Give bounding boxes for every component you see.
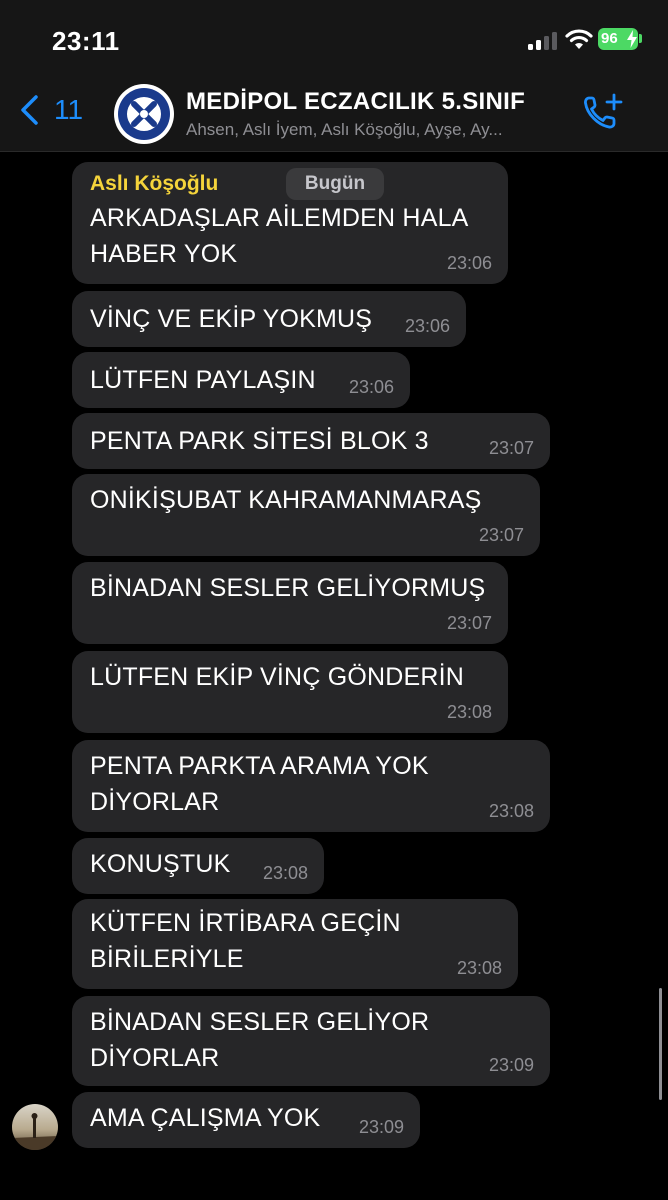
message-text: BİNADAN SESLER GELİYORMUŞ [90, 574, 486, 602]
message-line: ARKADAŞLAR AİLEMDEN HALA [90, 204, 469, 232]
battery-cap [639, 34, 642, 43]
back-chevron-icon [21, 95, 38, 125]
wifi-icon [565, 29, 593, 49]
group-logo-icon[interactable] [114, 84, 174, 144]
message-time: 23:08 [456, 958, 502, 978]
message-line: DİYORLAR [90, 788, 220, 816]
message-time: 23:06 [348, 377, 394, 397]
unread-count: 11 [54, 94, 84, 125]
message-text: VİNÇ VE EKİP YOKMUŞ [90, 305, 373, 333]
message-time: 23:07 [488, 438, 534, 458]
message-line: BİRİLERİYLE [90, 945, 244, 973]
message-line: HABER YOK [90, 240, 238, 268]
message-text: AMA ÇALIŞMA YOK [90, 1104, 321, 1132]
message-time: 23:08 [446, 702, 492, 722]
message-bubble[interactable]: AMA ÇALIŞMA YOK 23:09 [72, 1092, 420, 1148]
avatar-photo [12, 1113, 58, 1150]
message-time: 23:06 [446, 253, 492, 273]
message-text: ARKADAŞLAR AİLEMDEN HALA HABER YOK [90, 200, 469, 272]
message-text: BİNADAN SESLER GELİYOR DİYORLAR [90, 1004, 429, 1076]
message-text: PENTA PARKTA ARAMA YOK DİYORLAR [90, 748, 429, 820]
signal-icon [528, 32, 558, 50]
scroll-indicator[interactable] [659, 988, 662, 1100]
message-time: 23:07 [478, 525, 524, 545]
message-line: PENTA PARKTA ARAMA YOK [90, 752, 429, 780]
message-line: DİYORLAR [90, 1044, 220, 1072]
message-time: 23:09 [358, 1117, 404, 1137]
group-members[interactable]: Ahsen, Aslı İyem, Aslı Köşoğlu, Ayşe, Ay… [186, 120, 566, 140]
message-time: 23:08 [262, 863, 308, 883]
back-button[interactable]: 11 [18, 90, 83, 130]
group-name[interactable]: MEDİPOL ECZACILIK 5.SINIF [186, 88, 525, 116]
sender-name[interactable]: Aslı Köşoğlu [90, 172, 218, 196]
message-text: ONİKİŞUBAT KAHRAMANMARAŞ [90, 486, 482, 514]
message-bubble[interactable]: KÜTFEN İRTİBARA GEÇİN BİRİLERİYLE 23:08 [72, 899, 518, 989]
status-time: 23:11 [52, 26, 120, 56]
message-text: KÜTFEN İRTİBARA GEÇİN BİRİLERİYLE [90, 905, 401, 977]
date-separator: Bugün [286, 168, 384, 200]
message-bubble[interactable]: KONUŞTUK 23:08 [72, 838, 324, 894]
message-text: LÜTFEN PAYLAŞIN [90, 366, 316, 394]
message-text: KONUŞTUK [90, 850, 231, 878]
message-bubble[interactable]: LÜTFEN EKİP VİNÇ GÖNDERİN 23:08 [72, 651, 508, 733]
battery-icon: 96 [598, 28, 638, 50]
message-bubble[interactable]: VİNÇ VE EKİP YOKMUŞ 23:06 [72, 291, 466, 347]
add-call-icon[interactable] [580, 92, 624, 134]
message-time: 23:09 [488, 1055, 534, 1075]
message-text: PENTA PARK SİTESİ BLOK 3 [90, 427, 429, 455]
message-line: KÜTFEN İRTİBARA GEÇİN [90, 909, 401, 937]
message-bubble[interactable]: BİNADAN SESLER GELİYORMUŞ 23:07 [72, 562, 508, 644]
message-bubble[interactable]: ONİKİŞUBAT KAHRAMANMARAŞ 23:07 [72, 474, 540, 556]
message-time: 23:06 [404, 316, 450, 336]
sender-avatar[interactable] [12, 1104, 58, 1150]
message-bubble[interactable]: BİNADAN SESLER GELİYOR DİYORLAR 23:09 [72, 996, 550, 1086]
chat-header: 11 MEDİPOL ECZACILIK 5.SINIF Ahsen, Aslı… [0, 78, 668, 152]
bolt-icon [627, 30, 637, 48]
message-bubble[interactable]: PENTA PARK SİTESİ BLOK 3 23:07 [72, 413, 550, 469]
status-bar: 23:11 96 [0, 0, 668, 78]
message-time: 23:07 [446, 613, 492, 633]
battery-level: 96 [601, 30, 618, 47]
message-time: 23:08 [488, 801, 534, 821]
message-bubble[interactable]: PENTA PARKTA ARAMA YOK DİYORLAR 23:08 [72, 740, 550, 832]
message-text: LÜTFEN EKİP VİNÇ GÖNDERİN [90, 663, 465, 691]
message-bubble[interactable]: LÜTFEN PAYLAŞIN 23:06 [72, 352, 410, 408]
message-line: BİNADAN SESLER GELİYOR [90, 1008, 430, 1036]
